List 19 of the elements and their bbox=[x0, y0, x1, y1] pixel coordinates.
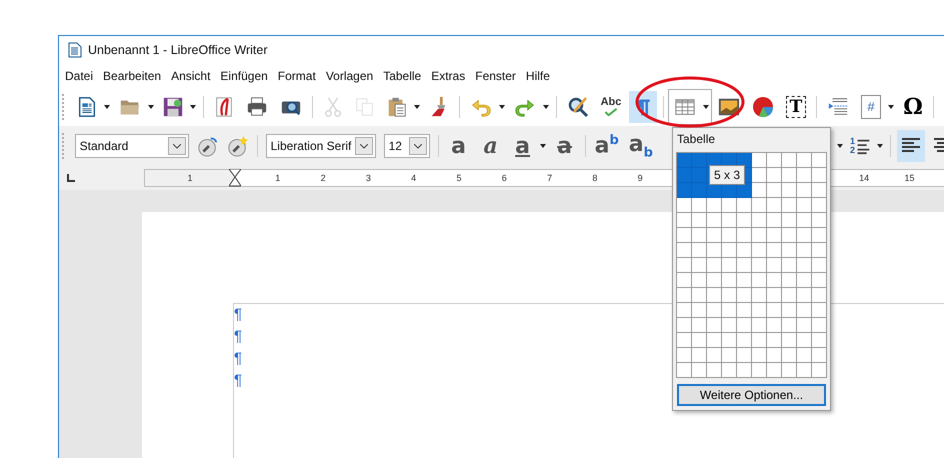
ruler-number: 1 bbox=[187, 173, 192, 183]
ruler-number: 15 bbox=[904, 173, 914, 183]
ruler-number: 9 bbox=[638, 173, 643, 183]
ruler-number: 3 bbox=[366, 173, 371, 183]
window-title: Unbenannt 1 - LibreOffice Writer bbox=[88, 43, 268, 57]
ruler-number: 7 bbox=[547, 173, 552, 183]
ruler-number: 6 bbox=[502, 173, 507, 183]
size-tooltip: 5 x 3 bbox=[709, 165, 746, 185]
paragraph-mark: ¶ bbox=[234, 305, 244, 325]
ruler-number: 4 bbox=[411, 173, 416, 183]
paragraph-mark: ¶ bbox=[234, 327, 244, 347]
ruler-number: 2 bbox=[320, 173, 326, 183]
ruler-number: 1 bbox=[275, 173, 280, 183]
paragraph-mark: ¶ bbox=[234, 349, 244, 369]
ruler-number: 14 bbox=[859, 173, 870, 183]
paragraph-mark: ¶ bbox=[234, 371, 244, 391]
popup-title: Tabelle bbox=[676, 131, 716, 148]
ruler-number: 5 bbox=[456, 173, 462, 183]
ruler-number: 8 bbox=[592, 173, 598, 183]
